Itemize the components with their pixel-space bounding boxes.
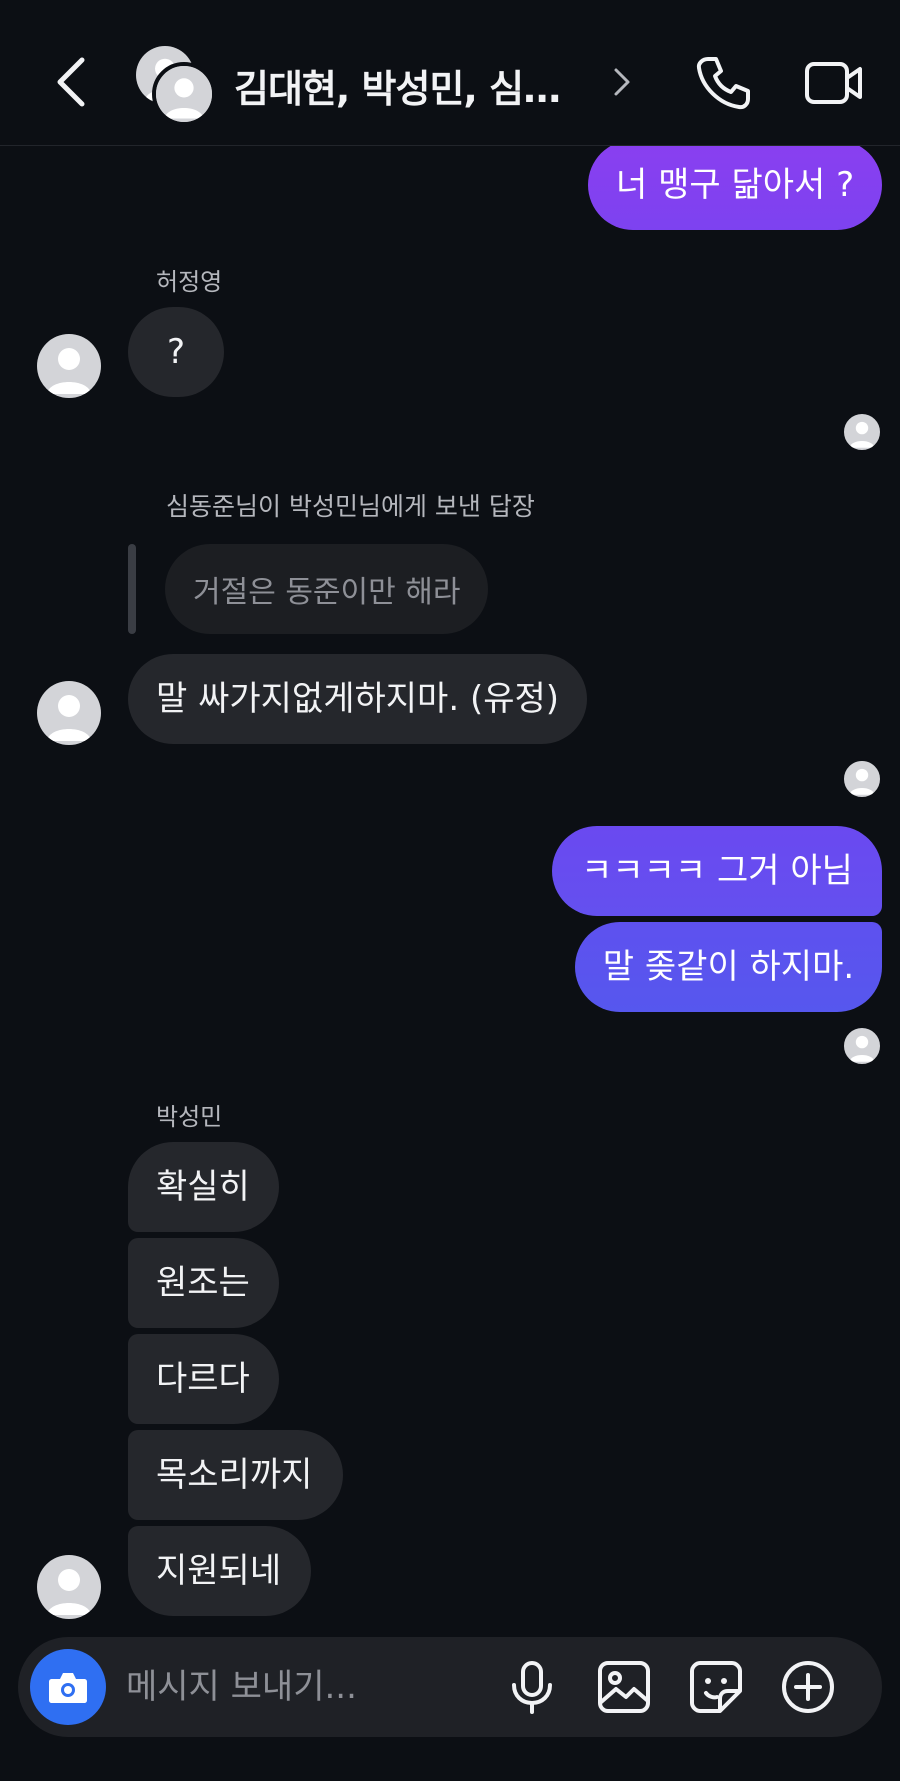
more-options-button[interactable] [780,1659,836,1715]
voice-call-button[interactable] [694,54,752,112]
phone-icon [696,57,750,110]
avatar[interactable] [37,681,101,745]
received-message[interactable]: 확실히 [128,1142,279,1232]
received-message[interactable]: 다르다 [128,1334,279,1424]
conversation-title[interactable]: 김대현, 박성민, 심동준... [234,58,594,113]
microphone-icon [512,1661,552,1714]
received-message[interactable]: 원조는 [128,1238,279,1328]
back-icon [57,57,85,107]
received-message[interactable]: 목소리까지 [128,1430,343,1520]
camera-button[interactable] [30,1649,106,1725]
received-message[interactable]: 지원되네 [128,1526,311,1616]
sent-message[interactable]: ㅋㅋㅋㅋ 그거 아님 [552,826,882,916]
reply-caption: 심동준님이 박성민님에게 보낸 답장 [166,492,535,521]
avatar-icon [47,695,91,741]
quoted-message[interactable]: 거절은 동준이만 해라 [165,544,489,634]
seen-avatar-icon [842,759,882,799]
message-composer [18,1637,882,1737]
avatar[interactable] [37,334,101,398]
video-camera-icon [805,62,862,104]
received-message[interactable]: 말 싸가지없게하지마. (유정) [128,654,588,744]
seen-avatar-icon [842,412,882,452]
chevron-right-icon[interactable] [610,64,634,100]
back-button[interactable] [48,52,96,112]
seen-avatar-icon [842,1026,882,1066]
sent-message[interactable]: 말 좆같이 하지마. [575,922,882,1012]
group-avatar[interactable] [134,42,216,126]
message-input[interactable] [126,1663,486,1711]
group-avatar-icon [152,62,216,126]
received-message[interactable]: ? [128,307,224,397]
plus-circle-icon [782,1661,834,1713]
sticker-button[interactable] [688,1659,744,1715]
camera-icon [49,1673,87,1703]
avatar[interactable] [37,1555,101,1619]
gallery-button[interactable] [596,1659,652,1715]
image-icon [598,1661,650,1713]
sender-name: 허정영 [156,268,223,296]
video-call-button[interactable] [804,58,864,108]
avatar-icon [47,348,91,394]
microphone-button[interactable] [504,1659,560,1715]
reply-indicator-bar [128,544,136,634]
chat-header: 김대현, 박성민, 심동준... [0,0,900,146]
sender-name: 박성민 [156,1103,223,1131]
chat-screen: 김대현, 박성민, 심동준... 너 맹구 닮아서 ? 허정영 ? 심동준님이 … [0,0,900,1781]
avatar-icon [47,1569,91,1615]
sticker-icon [690,1661,742,1713]
sent-message[interactable]: 너 맹구 닮아서 ? [588,140,883,230]
